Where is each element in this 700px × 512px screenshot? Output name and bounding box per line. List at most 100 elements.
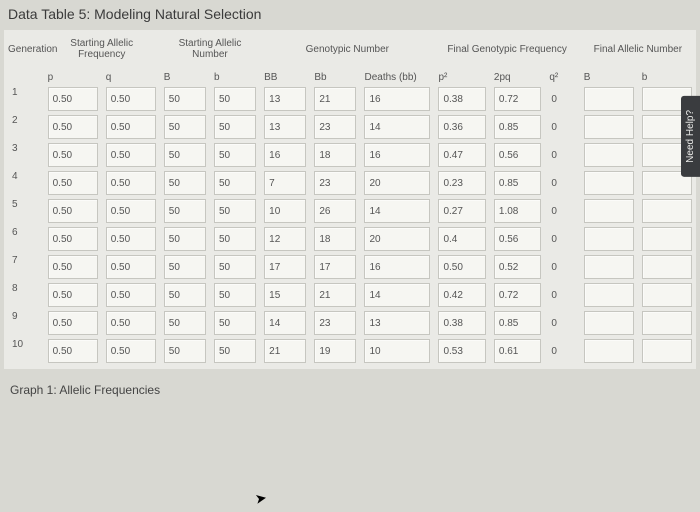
cell-final-B[interactable] [584, 115, 634, 139]
cell-2pq[interactable]: 0.85 [494, 115, 541, 139]
cell-b[interactable]: 50 [214, 255, 256, 279]
cell-b[interactable]: 50 [214, 199, 256, 223]
cell-final-b[interactable] [642, 227, 692, 251]
cell-deaths[interactable]: 13 [364, 311, 430, 335]
cell-2pq[interactable]: 0.56 [494, 227, 541, 251]
cell-q[interactable]: 0.50 [106, 143, 156, 167]
cell-BB[interactable]: 15 [264, 283, 306, 307]
cell-B[interactable]: 50 [164, 255, 206, 279]
cell-p2[interactable]: 0.42 [438, 283, 485, 307]
cell-deaths[interactable]: 10 [364, 339, 430, 363]
cell-BB[interactable]: 13 [264, 87, 306, 111]
cell-p2[interactable]: 0.38 [438, 311, 485, 335]
cell-final-b[interactable] [642, 311, 692, 335]
cell-B[interactable]: 50 [164, 227, 206, 251]
cell-p[interactable]: 0.50 [48, 255, 98, 279]
cell-BB[interactable]: 17 [264, 255, 306, 279]
cell-p2[interactable]: 0.4 [438, 227, 485, 251]
cell-final-b[interactable] [642, 339, 692, 363]
cell-b[interactable]: 50 [214, 143, 256, 167]
cell-final-B[interactable] [584, 171, 634, 195]
cell-2pq[interactable]: 1.08 [494, 199, 541, 223]
cell-q[interactable]: 0.50 [106, 339, 156, 363]
cell-Bb[interactable]: 23 [314, 311, 356, 335]
cell-2pq[interactable]: 0.85 [494, 171, 541, 195]
cell-p2[interactable]: 0.27 [438, 199, 485, 223]
cell-p[interactable]: 0.50 [48, 115, 98, 139]
cell-final-B[interactable] [584, 227, 634, 251]
cell-B[interactable]: 50 [164, 283, 206, 307]
cell-p[interactable]: 0.50 [48, 143, 98, 167]
cell-q[interactable]: 0.50 [106, 227, 156, 251]
cell-Bb[interactable]: 18 [314, 227, 356, 251]
cell-2pq[interactable]: 0.85 [494, 311, 541, 335]
cell-2pq[interactable]: 0.72 [494, 283, 541, 307]
cell-deaths[interactable]: 14 [364, 115, 430, 139]
cell-2pq[interactable]: 0.72 [494, 87, 541, 111]
cell-b[interactable]: 50 [214, 227, 256, 251]
cell-BB[interactable]: 10 [264, 199, 306, 223]
cell-p[interactable]: 0.50 [48, 283, 98, 307]
cell-p[interactable]: 0.50 [48, 199, 98, 223]
cell-deaths[interactable]: 14 [364, 283, 430, 307]
cell-deaths[interactable]: 20 [364, 227, 430, 251]
cell-final-B[interactable] [584, 143, 634, 167]
cell-p2[interactable]: 0.38 [438, 87, 485, 111]
cell-B[interactable]: 50 [164, 339, 206, 363]
cell-p2[interactable]: 0.23 [438, 171, 485, 195]
cell-2pq[interactable]: 0.61 [494, 339, 541, 363]
cell-p[interactable]: 0.50 [48, 311, 98, 335]
cell-deaths[interactable]: 16 [364, 255, 430, 279]
cell-2pq[interactable]: 0.52 [494, 255, 541, 279]
cell-final-B[interactable] [584, 283, 634, 307]
cell-q[interactable]: 0.50 [106, 171, 156, 195]
cell-BB[interactable]: 21 [264, 339, 306, 363]
cell-p2[interactable]: 0.53 [438, 339, 485, 363]
cell-BB[interactable]: 7 [264, 171, 306, 195]
cell-deaths[interactable]: 16 [364, 143, 430, 167]
cell-q[interactable]: 0.50 [106, 311, 156, 335]
cell-p2[interactable]: 0.36 [438, 115, 485, 139]
cell-BB[interactable]: 14 [264, 311, 306, 335]
cell-p2[interactable]: 0.47 [438, 143, 485, 167]
cell-q[interactable]: 0.50 [106, 87, 156, 111]
cell-final-b[interactable] [642, 255, 692, 279]
cell-deaths[interactable]: 16 [364, 87, 430, 111]
cell-q[interactable]: 0.50 [106, 199, 156, 223]
cell-p[interactable]: 0.50 [48, 227, 98, 251]
cell-final-B[interactable] [584, 87, 634, 111]
cell-p[interactable]: 0.50 [48, 339, 98, 363]
cell-BB[interactable]: 12 [264, 227, 306, 251]
cell-B[interactable]: 50 [164, 311, 206, 335]
cell-p[interactable]: 0.50 [48, 171, 98, 195]
cell-b[interactable]: 50 [214, 87, 256, 111]
cell-q[interactable]: 0.50 [106, 283, 156, 307]
cell-Bb[interactable]: 19 [314, 339, 356, 363]
cell-Bb[interactable]: 21 [314, 283, 356, 307]
cell-B[interactable]: 50 [164, 115, 206, 139]
cell-b[interactable]: 50 [214, 339, 256, 363]
cell-final-B[interactable] [584, 311, 634, 335]
cell-B[interactable]: 50 [164, 199, 206, 223]
cell-B[interactable]: 50 [164, 171, 206, 195]
cell-Bb[interactable]: 17 [314, 255, 356, 279]
cell-q[interactable]: 0.50 [106, 115, 156, 139]
cell-Bb[interactable]: 21 [314, 87, 356, 111]
cell-B[interactable]: 50 [164, 143, 206, 167]
cell-BB[interactable]: 13 [264, 115, 306, 139]
cell-final-B[interactable] [584, 255, 634, 279]
cell-final-b[interactable] [642, 199, 692, 223]
need-help-button[interactable]: Need Help? [681, 96, 700, 177]
cell-b[interactable]: 50 [214, 171, 256, 195]
cell-b[interactable]: 50 [214, 115, 256, 139]
cell-deaths[interactable]: 14 [364, 199, 430, 223]
cell-deaths[interactable]: 20 [364, 171, 430, 195]
cell-p2[interactable]: 0.50 [438, 255, 485, 279]
cell-B[interactable]: 50 [164, 87, 206, 111]
cell-q[interactable]: 0.50 [106, 255, 156, 279]
cell-final-b[interactable] [642, 283, 692, 307]
cell-Bb[interactable]: 23 [314, 115, 356, 139]
cell-2pq[interactable]: 0.56 [494, 143, 541, 167]
cell-BB[interactable]: 16 [264, 143, 306, 167]
cell-final-B[interactable] [584, 339, 634, 363]
